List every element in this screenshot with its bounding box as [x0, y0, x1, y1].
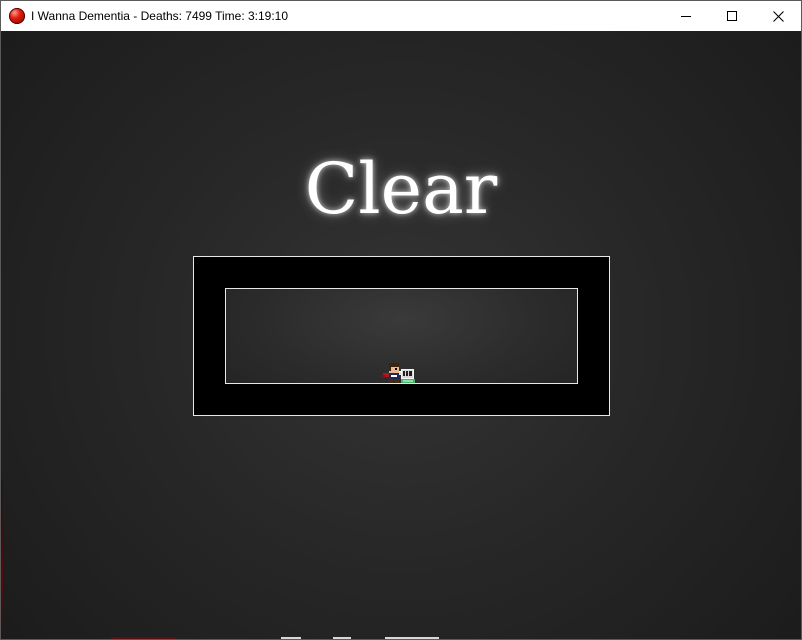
maximize-icon	[727, 11, 737, 21]
bottom-strip	[111, 637, 175, 639]
bottom-strip	[333, 637, 351, 639]
game-window: I Wanna Dementia - Deaths: 7499 Time: 3:…	[0, 0, 802, 640]
minimize-button[interactable]	[663, 1, 709, 31]
title-bar[interactable]: I Wanna Dementia - Deaths: 7499 Time: 3:…	[1, 1, 801, 31]
minimize-icon	[681, 16, 691, 17]
bottom-strip	[281, 637, 301, 639]
kid-character-icon	[381, 363, 415, 383]
close-button[interactable]	[755, 1, 801, 31]
edge-decoration	[1, 479, 3, 639]
window-title: I Wanna Dementia - Deaths: 7499 Time: 3:…	[31, 9, 289, 23]
red-orb-icon	[9, 8, 25, 24]
maximize-button[interactable]	[709, 1, 755, 31]
close-icon	[772, 10, 784, 22]
game-viewport[interactable]: Clear	[1, 31, 801, 639]
clear-heading: Clear	[304, 148, 498, 230]
bottom-strip	[385, 637, 439, 639]
